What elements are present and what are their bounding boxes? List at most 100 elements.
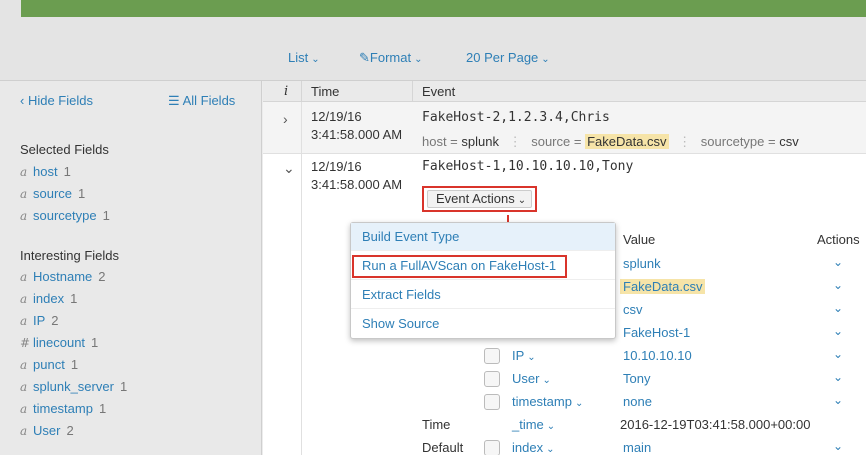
interesting-field-punct[interactable]: a punct 1: [20, 357, 78, 372]
selected-field-sourcetype[interactable]: a sourcetype 1: [20, 208, 110, 223]
event-time: 12/19/16 3:41:58.000 AM: [311, 108, 402, 144]
chevron-down-icon[interactable]: ⌄: [833, 324, 843, 338]
chevron-down-icon[interactable]: ⌄: [833, 255, 843, 269]
top-area: List ⌄ ✎Format ⌄ 20 Per Page ⌄: [0, 0, 866, 80]
time-column-header[interactable]: Time: [311, 84, 339, 99]
event-raw-text: FakeHost-1,10.10.10.10,Tony: [422, 159, 634, 174]
field-type-icon: a: [20, 209, 28, 223]
event-actions-button[interactable]: Event Actions ⌄: [427, 190, 532, 208]
host-value[interactable]: splunk: [461, 134, 499, 149]
timeline-bar[interactable]: [21, 0, 866, 17]
field-value[interactable]: csv: [623, 302, 643, 317]
field-name: index: [512, 440, 544, 455]
field-type-icon: #: [20, 336, 31, 350]
field-type-icon: a: [20, 358, 28, 372]
field-name: IP: [33, 313, 46, 328]
field-type-icon: a: [20, 424, 28, 438]
chevron-down-icon[interactable]: ⌄: [833, 439, 843, 453]
field-count: 1: [91, 335, 99, 350]
format-dropdown[interactable]: ✎Format ⌄: [359, 50, 422, 66]
field-checkbox[interactable]: [484, 394, 500, 410]
interesting-field-splunk-server[interactable]: a splunk_server 1: [20, 379, 127, 394]
interesting-field-linecount[interactable]: # linecount 1: [20, 335, 98, 350]
selected-field-source[interactable]: a source 1: [20, 186, 85, 201]
interesting-fields-heading: Interesting Fields: [20, 248, 119, 263]
chevron-down-icon: ⌄: [546, 444, 555, 455]
all-fields-link[interactable]: ☰ All Fields: [168, 93, 235, 109]
field-name-dropdown[interactable]: index ⌄: [512, 440, 554, 455]
field-name-dropdown[interactable]: _time ⌄: [512, 417, 555, 432]
field-name: User: [33, 423, 61, 438]
chevron-down-icon[interactable]: ⌄: [283, 160, 295, 177]
table-row: › 12/19/16 3:41:58.000 AM FakeHost-2,1.2.…: [263, 102, 866, 154]
chevron-down-icon[interactable]: ⌄: [833, 347, 843, 361]
field-name: timestamp: [512, 394, 572, 409]
field-value[interactable]: FakeData.csv: [620, 279, 706, 294]
field-value[interactable]: main: [623, 440, 651, 455]
chevron-down-icon: ⌄: [574, 398, 584, 409]
chevron-down-icon[interactable]: ⌄: [833, 301, 843, 315]
field-name-dropdown[interactable]: IP ⌄: [512, 348, 536, 363]
list-label: List: [288, 50, 309, 65]
field-checkbox[interactable]: [484, 348, 500, 364]
field-count: 1: [63, 164, 71, 179]
fields-sidebar: ‹ Hide Fields ☰ All Fields Selected Fiel…: [0, 81, 262, 455]
interesting-field-hostname[interactable]: a Hostname 2: [20, 269, 105, 284]
field-row-index: Default index ⌄ main ⌄: [263, 437, 866, 455]
field-type-icon: a: [20, 165, 28, 179]
field-name-dropdown[interactable]: timestamp ⌄: [512, 394, 583, 409]
results-toolbar: List ⌄ ✎Format ⌄ 20 Per Page ⌄: [0, 50, 866, 68]
event-column-header: Event: [422, 84, 456, 99]
field-name-dropdown[interactable]: User ⌄: [512, 371, 551, 386]
field-row-ip: IP ⌄ 10.10.10.10 ⌄: [263, 345, 866, 368]
field-checkbox[interactable]: [484, 440, 500, 455]
field-value[interactable]: none: [623, 394, 652, 409]
list-view-dropdown[interactable]: List ⌄: [288, 50, 320, 65]
chevron-left-icon: ‹: [20, 93, 28, 108]
hide-fields-link[interactable]: ‹ Hide Fields: [20, 93, 93, 108]
chevron-down-icon[interactable]: ⌄: [833, 370, 843, 384]
actions-column-header: Actions: [817, 232, 860, 247]
field-type-icon: a: [20, 402, 28, 416]
field-count: 1: [119, 379, 128, 394]
interesting-field-user[interactable]: a User 2: [20, 423, 74, 438]
per-page-dropdown[interactable]: 20 Per Page ⌄: [466, 50, 550, 65]
chevron-down-icon[interactable]: ⌄: [833, 278, 843, 292]
field-value[interactable]: 10.10.10.10: [623, 348, 692, 363]
field-value[interactable]: FakeHost-1: [623, 325, 690, 340]
event-actions-menu: Build Event Type Run a FullAVScan on Fak…: [350, 222, 616, 339]
chevron-right-icon[interactable]: ›: [283, 111, 288, 127]
column-divider: [301, 102, 302, 154]
menu-item-show-source[interactable]: Show Source: [351, 310, 615, 338]
field-checkbox[interactable]: [484, 371, 500, 387]
host-key: host =: [422, 134, 462, 149]
field-name: splunk_server: [33, 379, 114, 394]
field-row-user: User ⌄ Tony ⌄: [263, 368, 866, 391]
chevron-down-icon: ⌄: [517, 195, 527, 206]
field-count: 1: [102, 208, 110, 223]
chevron-down-icon: ⌄: [527, 352, 536, 363]
field-value[interactable]: Tony: [623, 371, 650, 386]
event-date: 12/19/16: [311, 109, 362, 124]
selected-field-host[interactable]: a host 1: [20, 164, 71, 179]
chevron-down-icon: ⌄: [546, 421, 556, 432]
chevron-down-icon: ⌄: [542, 375, 551, 386]
interesting-field-timestamp[interactable]: a timestamp 1: [20, 401, 106, 416]
event-time: 12/19/16 3:41:58.000 AM: [311, 158, 402, 194]
source-value[interactable]: FakeData.csv: [585, 134, 669, 149]
menu-item-build-event-type[interactable]: Build Event Type: [351, 223, 615, 251]
separator: ⋮: [508, 134, 522, 149]
workflow-action-highlight: [352, 255, 567, 278]
interesting-field-ip[interactable]: a IP 2: [20, 313, 59, 328]
chevron-down-icon[interactable]: ⌄: [833, 393, 843, 407]
sourcetype-value[interactable]: csv: [779, 134, 799, 149]
value-column-header: Value: [623, 232, 656, 247]
menu-item-extract-fields[interactable]: Extract Fields: [351, 281, 615, 309]
field-name: source: [33, 186, 73, 201]
field-value[interactable]: splunk: [623, 256, 661, 271]
field-count: 2: [98, 269, 106, 284]
interesting-field-index[interactable]: a index 1: [20, 291, 77, 306]
info-column-header: i: [284, 84, 289, 99]
field-name: IP: [512, 348, 525, 363]
hide-fields-label: Hide Fields: [27, 93, 93, 108]
